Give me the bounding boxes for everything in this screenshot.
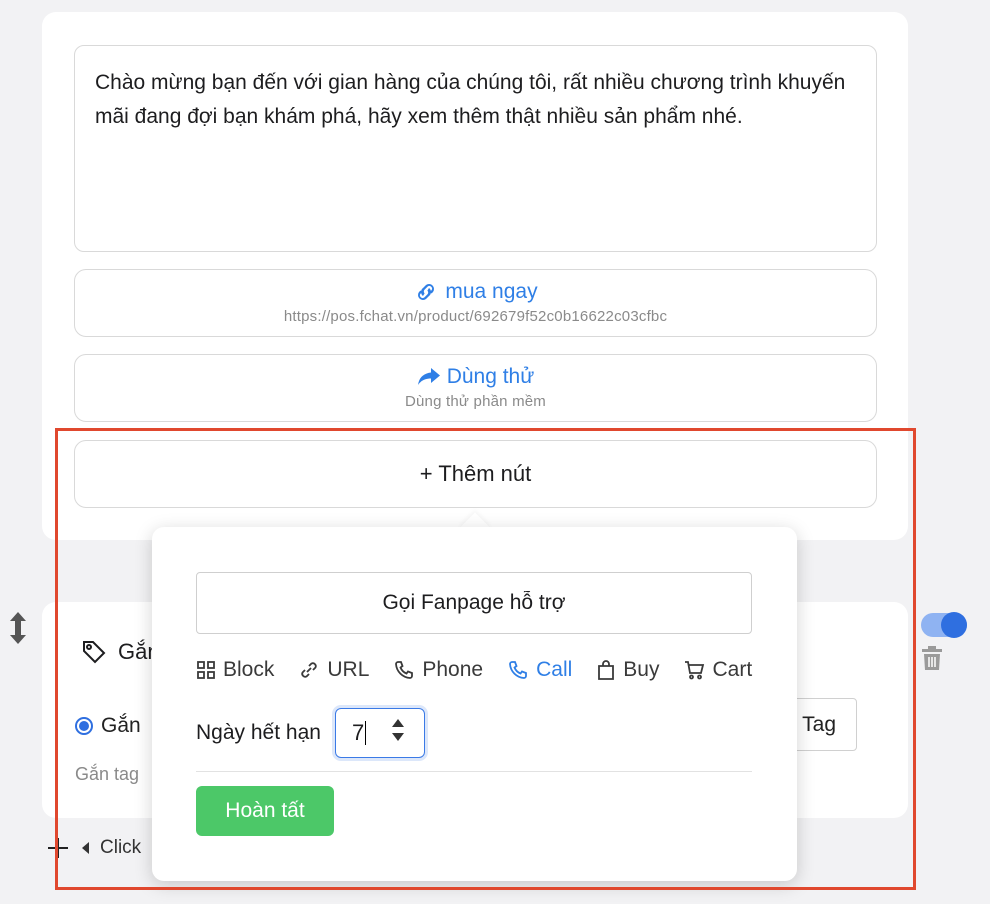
drag-handle-icon[interactable] (8, 612, 28, 644)
stepper-up-icon[interactable] (391, 719, 404, 727)
expiry-row: Ngày hết hạn 7 (196, 708, 425, 758)
plus-icon[interactable] (46, 836, 70, 860)
share-arrow-icon (417, 368, 440, 385)
type-option-call[interactable]: Call (507, 658, 572, 682)
button-title: mua ngay (445, 280, 538, 303)
phone-call-icon (509, 661, 528, 679)
done-button[interactable]: Hoàn tất (196, 786, 334, 836)
caret-left-icon (82, 842, 89, 854)
tag-icon (83, 641, 106, 664)
tag-radio-option[interactable]: Gắn (75, 714, 141, 738)
cart-icon (685, 661, 705, 680)
type-option-url[interactable]: URL (298, 658, 369, 682)
text-caret (365, 721, 367, 745)
button-description: Dùng thử phần mềm (404, 393, 546, 410)
button-card-dung-thu[interactable]: Dùng thử Dùng thử phần mềm (74, 354, 877, 422)
phone-icon (395, 661, 414, 679)
type-option-phone[interactable]: Phone (393, 658, 483, 682)
radio-label: Gắn (101, 714, 141, 737)
expiry-days-value: 7 (351, 720, 365, 745)
footer-label: Click (100, 837, 142, 858)
footer-row: Click (46, 836, 141, 860)
type-option-buy[interactable]: Buy (596, 658, 659, 682)
add-button-button[interactable]: + Thêm nút (74, 440, 877, 508)
tag-hint: Gắn tag (75, 764, 140, 784)
expiry-days-input[interactable]: 7 (334, 708, 425, 758)
expiry-label: Ngày hết hạn (196, 721, 321, 744)
popover-divider (196, 771, 752, 772)
type-option-cart[interactable]: Cart (683, 658, 752, 682)
tag-section-header: Gắn (80, 638, 160, 666)
message-text: Chào mừng bạn đến với gian hàng của chún… (95, 71, 846, 128)
link-icon (301, 662, 318, 678)
grid-icon (197, 661, 215, 679)
enable-toggle[interactable] (921, 612, 967, 638)
button-url: https://pos.fchat.vn/product/692679f52c0… (283, 308, 668, 325)
button-card-mua-ngay[interactable]: mua ngay https://pos.fchat.vn/product/69… (74, 269, 877, 337)
stepper-down-icon[interactable] (391, 733, 404, 741)
trash-icon[interactable] (921, 645, 943, 671)
type-option-block[interactable]: Block (196, 658, 274, 682)
bag-icon (598, 660, 615, 680)
number-stepper[interactable] (391, 719, 404, 741)
button-type-options: Block URL Phone Call Buy Cart (196, 658, 752, 682)
message-text-area[interactable]: Chào mừng bạn đến với gian hàng của chún… (74, 45, 877, 252)
radio-selected-icon[interactable] (75, 717, 93, 735)
link-icon (418, 284, 435, 300)
button-title: Dùng thử (446, 365, 535, 388)
button-name-input[interactable] (196, 572, 752, 634)
